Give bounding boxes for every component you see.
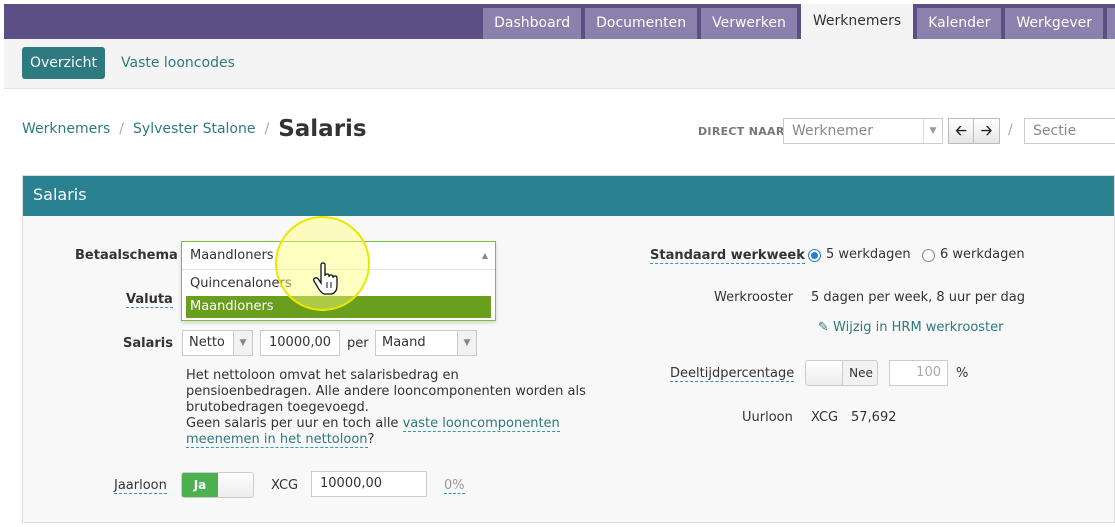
top-nav-bar: Dashboard Documenten Verwerken Werknemer… (4, 4, 1115, 39)
betaalschema-label: Betaalschema (75, 248, 178, 263)
option-maandloners[interactable]: Maandloners (186, 296, 491, 318)
toggle-on-label: Ja (182, 473, 218, 497)
breadcrumb-separator: / (264, 121, 270, 137)
radio-5-werkdagen[interactable] (808, 249, 821, 262)
main-tabs: Dashboard Documenten Verwerken Werknemer… (479, 4, 1115, 39)
help-question-text: Geen salaris per uur en toch alle (186, 416, 403, 431)
breadcrumb-separator: / (119, 121, 125, 137)
tab-dashboard[interactable]: Dashboard (483, 8, 582, 39)
per-label: per (347, 336, 369, 351)
standaard-werkweek-label: Standaard werkweek (650, 248, 805, 264)
tab-werkgever[interactable]: Werkgever (1005, 8, 1103, 39)
option-quincenaloners[interactable]: Quincenaloners (186, 273, 491, 295)
breadcrumb-werknemers[interactable]: Werknemers (22, 121, 110, 137)
overzicht-button[interactable]: Overzicht (22, 47, 105, 79)
breadcrumb-employee[interactable]: Sylvester Stalone (133, 121, 255, 137)
arrow-right-icon: 🡢 (980, 123, 993, 139)
salaris-amount-input[interactable]: 10000,00 (260, 330, 340, 356)
deeltijd-input[interactable]: 100 (889, 360, 948, 386)
toggle-knob (806, 361, 842, 385)
valuta-label: Valuta (126, 292, 173, 308)
sub-nav: Overzicht Vaste looncodes (4, 39, 1115, 89)
werknemer-placeholder: Werknemer (792, 123, 873, 139)
radio-6-werkdagen-label[interactable]: 6 werkdagen (940, 247, 1025, 262)
panel-title: Salaris (23, 176, 1114, 216)
help-paragraph: Het nettoloon omvat het salarisbedrag en… (186, 368, 586, 415)
salaris-help-text: Het nettoloon omvat het salarisbedrag en… (186, 368, 586, 448)
sectie-placeholder: Sectie (1033, 123, 1077, 139)
radio-6-werkdagen[interactable] (922, 249, 935, 262)
pencil-icon: ✎ (818, 320, 829, 335)
jaarloon-percentage[interactable]: 0% (444, 478, 465, 494)
jaarloon-input[interactable]: 10000,00 (311, 471, 427, 497)
salaris-type-value: Netto (189, 335, 225, 350)
navigation-arrows: 🡠 🡢 (948, 118, 1000, 144)
werkrooster-label: Werkrooster (714, 290, 794, 305)
arrow-left-icon: 🡠 (955, 123, 967, 139)
chevron-up-icon: ▲ (481, 251, 488, 260)
deeltijd-toggle[interactable]: Nee (805, 360, 878, 386)
help-question-mark: ? (367, 432, 375, 447)
werknemer-select[interactable]: Werknemer ▼ (783, 118, 943, 144)
chevron-down-icon: ▼ (923, 119, 942, 143)
deeltijd-unit: % (956, 366, 969, 381)
next-employee-button[interactable]: 🡢 (974, 118, 1000, 144)
tab-overflow[interactable] (1107, 8, 1115, 39)
tab-kalender[interactable]: Kalender (917, 8, 1002, 39)
betaalschema-current[interactable]: Maandloners ▲ (182, 242, 495, 270)
betaalschema-value: Maandloners (190, 248, 274, 263)
jaarloon-label: Jaarloon (114, 478, 167, 494)
werkrooster-value: 5 dagen per week, 8 uur per dag (811, 290, 1025, 305)
jaarloon-toggle[interactable]: Ja (181, 472, 254, 498)
vaste-looncodes-link[interactable]: Vaste looncodes (121, 55, 235, 71)
tab-verwerken[interactable]: Verwerken (701, 8, 797, 39)
tab-documenten[interactable]: Documenten (585, 8, 698, 39)
betaalschema-dropdown[interactable]: Maandloners ▲ Quincenaloners Maandloners (181, 241, 496, 321)
wijzig-hrm-werkrooster-link[interactable]: ✎ Wijzig in HRM werkrooster (818, 320, 1003, 335)
salaris-type-select[interactable]: Netto ▼ (182, 330, 253, 356)
sectie-select[interactable]: Sectie (1024, 118, 1115, 144)
chevron-down-icon: ▼ (233, 331, 252, 355)
breadcrumb: Werknemers / Sylvester Stalone / Salaris (22, 114, 367, 144)
period-value: Maand (382, 335, 426, 350)
chevron-down-icon: ▼ (457, 331, 476, 355)
direct-separator: / (1008, 122, 1013, 138)
uurloon-value: 57,692 (851, 410, 897, 425)
page-title: Salaris (278, 116, 367, 142)
salaris-label: Salaris (123, 336, 173, 351)
jaarloon-currency: XCG (271, 478, 299, 493)
previous-employee-button[interactable]: 🡠 (948, 118, 974, 144)
radio-5-werkdagen-label[interactable]: 5 werkdagen (826, 247, 911, 262)
toggle-knob (218, 473, 253, 497)
help-question: Geen salaris per uur en toch alle vaste … (186, 416, 586, 448)
toggle-off-label: Nee (842, 361, 877, 385)
period-select[interactable]: Maand ▼ (375, 330, 477, 356)
direct-naar-label: DIRECT NAAR (698, 125, 785, 138)
deeltijdpercentage-label: Deeltijdpercentage (670, 366, 795, 382)
uurloon-label: Uurloon (742, 410, 793, 425)
uurloon-currency: XCG (811, 410, 839, 425)
tab-werknemers[interactable]: Werknemers (800, 4, 914, 39)
hrm-link-label: Wijzig in HRM werkrooster (833, 320, 1004, 335)
